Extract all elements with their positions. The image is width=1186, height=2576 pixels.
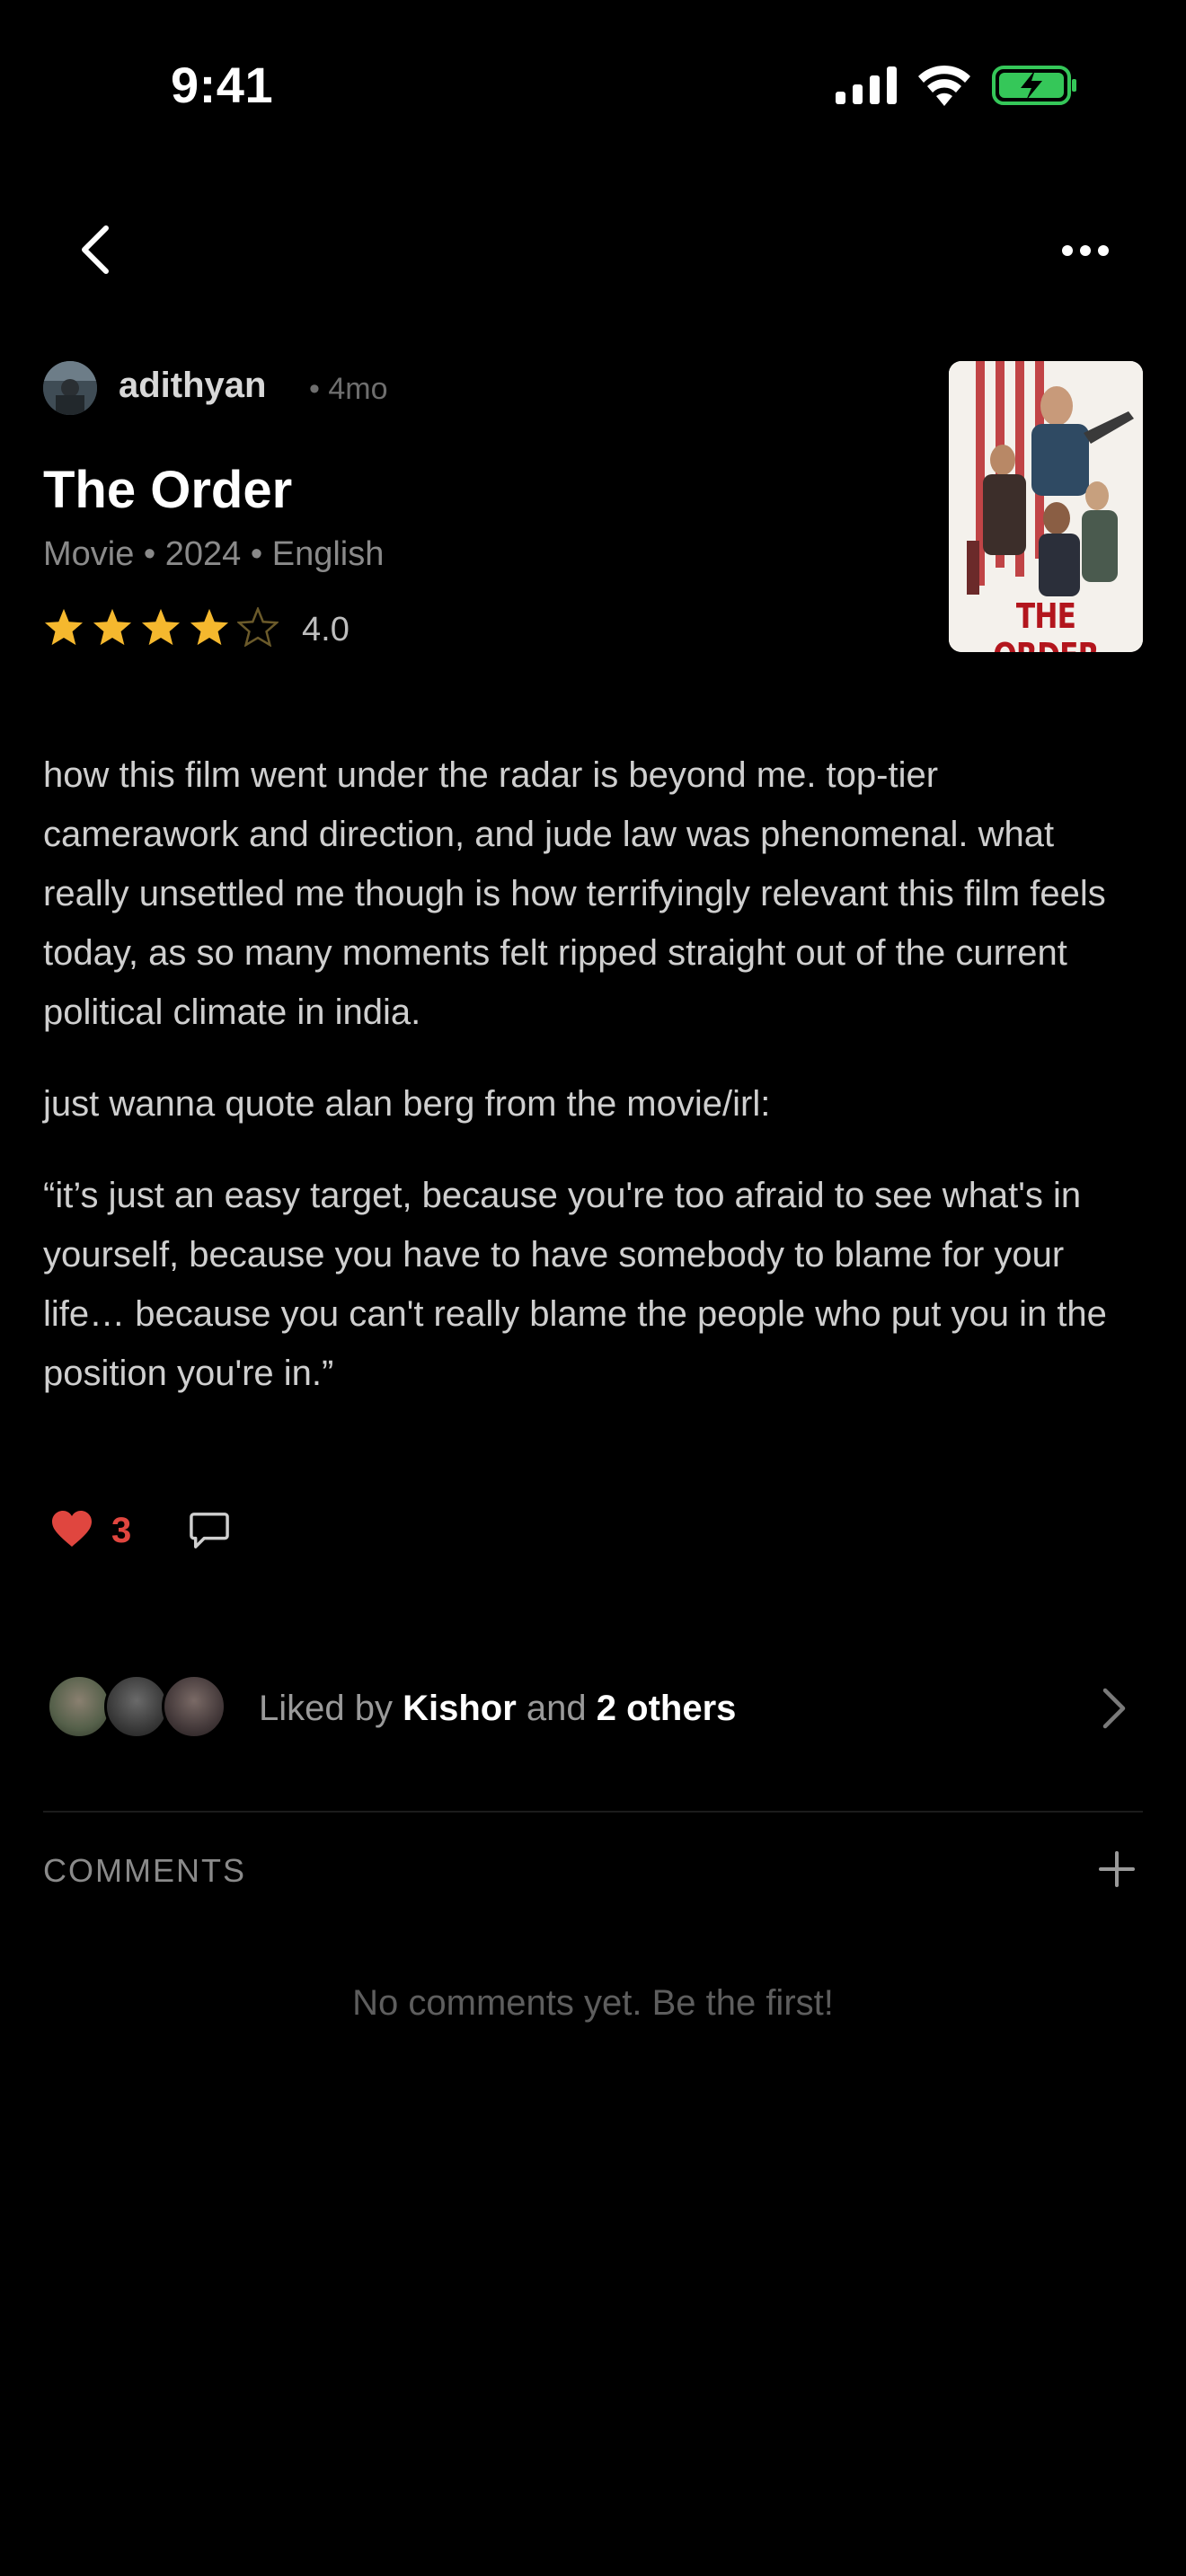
review-body: how this film went under the radar is be… xyxy=(43,745,1143,1435)
rating-value: 4.0 xyxy=(302,611,350,648)
plus-icon xyxy=(1098,1851,1136,1892)
star-icon xyxy=(141,608,181,646)
liked-by-text[interactable]: Liked by Kishor and 2 others xyxy=(259,1689,736,1729)
liker-avatar xyxy=(104,1674,169,1739)
status-icons xyxy=(836,65,1078,110)
poster-title: THE ORDER xyxy=(993,596,1099,652)
author-avatar[interactable] xyxy=(43,361,97,415)
review-paragraph: just wanna quote alan berg from the movi… xyxy=(43,1084,771,1124)
star-icon xyxy=(93,608,132,646)
movie-title[interactable]: The Order xyxy=(43,460,292,520)
chevron-left-icon xyxy=(79,225,110,279)
more-options-button[interactable] xyxy=(1057,230,1114,275)
liked-by-chevron[interactable] xyxy=(1102,1687,1127,1734)
status-time: 9:41 xyxy=(171,57,274,113)
rating-stars xyxy=(43,607,279,647)
movie-meta: Movie • 2024 • English xyxy=(43,535,385,573)
review-paragraph: how this film went under the radar is be… xyxy=(43,755,1106,1032)
wifi-icon xyxy=(916,65,972,110)
chevron-right-icon xyxy=(1102,1688,1127,1734)
star-icon xyxy=(44,608,84,646)
post-time: • 4mo xyxy=(309,372,388,406)
movie-poster[interactable]: THE ORDER xyxy=(949,361,1143,652)
liker-avatar xyxy=(47,1674,111,1739)
liker-avatar xyxy=(162,1674,226,1739)
heart-icon xyxy=(50,1511,93,1552)
author-name[interactable]: adithyan xyxy=(119,366,266,406)
comments-heading: COMMENTS xyxy=(43,1852,246,1889)
back-button[interactable] xyxy=(72,223,117,280)
liker-avatars[interactable] xyxy=(47,1674,226,1739)
liked-by-middle: and xyxy=(526,1689,587,1728)
battery-charging-icon xyxy=(992,65,1078,110)
star-outline-icon xyxy=(237,607,279,647)
add-comment-button[interactable] xyxy=(1098,1850,1136,1892)
liked-by-name: Kishor xyxy=(403,1689,517,1728)
ellipsis-icon xyxy=(1061,244,1110,261)
comment-button[interactable] xyxy=(189,1511,230,1555)
liked-by-others: 2 others xyxy=(596,1689,737,1728)
section-divider xyxy=(43,1811,1143,1813)
review-quote: “it’s just an easy target, because you'r… xyxy=(43,1176,1107,1393)
star-icon xyxy=(190,608,229,646)
like-count[interactable]: 3 xyxy=(111,1511,131,1551)
cellular-signal-icon xyxy=(836,66,897,109)
empty-comments-message: No comments yet. Be the first! xyxy=(352,1983,834,2023)
like-button[interactable] xyxy=(50,1509,93,1553)
comment-bubble-icon xyxy=(189,1513,230,1554)
liked-by-prefix: Liked by xyxy=(259,1689,393,1728)
